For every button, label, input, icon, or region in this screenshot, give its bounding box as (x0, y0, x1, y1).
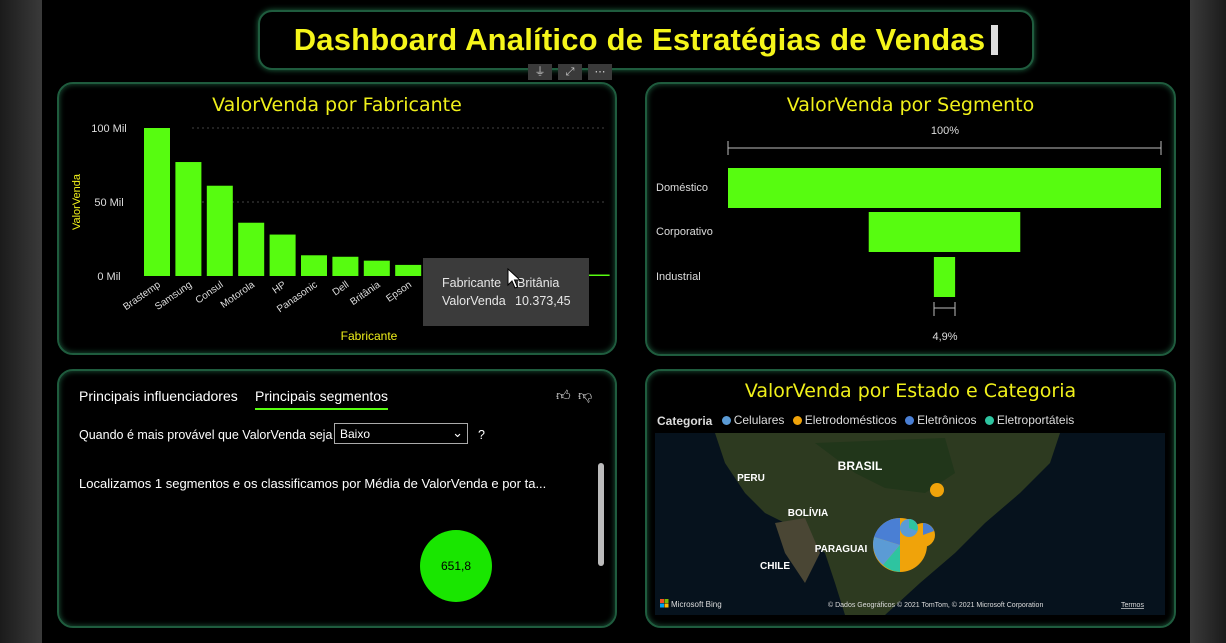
tab-principais-segmentos[interactable]: Principais segmentos (255, 388, 389, 410)
window-edge-right (1190, 0, 1226, 643)
mouse-pointer-icon (507, 268, 522, 289)
x-axis-label: Fabricante (341, 329, 398, 343)
thumbs-up-icon[interactable]: 👍︎ (556, 387, 571, 404)
pie-slice (930, 483, 944, 497)
tooltip-key-fabricante: Fabricante (442, 276, 502, 290)
legend-label: Celulares (733, 413, 785, 427)
thumbs-down-icon[interactable]: 👎︎ (578, 387, 592, 404)
map-label-paraguai: PARAGUAI (815, 544, 868, 555)
funnel-bottom-label: 4,9% (932, 331, 957, 343)
question-mark: ? (478, 428, 485, 442)
map-pie-bahia[interactable] (930, 483, 944, 497)
y-tick-label: 100 Mil (91, 123, 126, 135)
tab-principais-influenciadores[interactable]: Principais influenciadores (79, 388, 238, 404)
legend-label: Eletrônicos (917, 413, 977, 427)
y-tick-label: 50 Mil (94, 197, 123, 209)
x-tick-label: Epson (384, 279, 414, 304)
legend-item-eletroportateis[interactable]: Eletroportáteis (984, 413, 1075, 427)
dashboard-title: Dashboard Analítico de Estratégias de Ve… (293, 22, 986, 57)
valorvenda-level-dropdown[interactable]: Baixo ⌄ (334, 423, 468, 444)
x-tick-label: HP (271, 279, 289, 296)
focus-mode-icon[interactable]: ⤢ (558, 64, 582, 80)
tooltip-value-valorvenda: 10.373,45 (515, 294, 571, 308)
x-tick-label: Britânia (348, 279, 382, 308)
logo-square (664, 599, 669, 603)
map-label-bolivia: BOLÍVIA (788, 506, 829, 519)
segment-bubble-value: 651,8 (440, 559, 472, 573)
funnel-category-label: Doméstico (656, 182, 708, 194)
bar-hp[interactable] (269, 234, 296, 276)
funnel-bar-doméstico[interactable] (728, 168, 1161, 208)
bing-label: Microsoft Bing (671, 600, 722, 609)
bar-dell[interactable] (332, 256, 359, 276)
segments-summary: Localizamos 1 segmentos e os classificam… (79, 476, 547, 491)
legend-item-eletrodomesticos[interactable]: Eletrodomésticos (792, 413, 897, 427)
dropdown-selected-value: Baixo (340, 427, 371, 441)
bar-epson[interactable] (395, 264, 422, 276)
legend-dot (984, 415, 994, 425)
bar-samsung[interactable] (175, 162, 202, 276)
legend-item-celulares[interactable]: Celulares (721, 413, 785, 427)
map-label-chile: CHILE (760, 561, 790, 572)
dashboard-title-box: Dashboard Analítico de Estratégias de Ve… (258, 10, 1034, 70)
segmento-funnel-chart[interactable]: 100% Doméstico Corporativo Industrial 4,9% (645, 82, 1175, 352)
logo-square (660, 599, 664, 603)
legend-item-eletronicos[interactable]: Eletrônicos (905, 413, 977, 427)
x-tick-label: Motorola (219, 279, 258, 311)
legend-label: Eletrodomésticos (804, 413, 897, 427)
map-terms-link[interactable]: Termos (1121, 602, 1144, 609)
map-chart-title: ValorVenda por Estado e Categoria (744, 380, 1077, 402)
legend-dot (905, 415, 915, 425)
legend-dot (721, 415, 731, 425)
tooltip-key-valorvenda: ValorVenda (442, 294, 506, 308)
bar-consul[interactable] (206, 185, 233, 276)
funnel-bar-corporativo[interactable] (868, 212, 1021, 252)
influencers-panel[interactable]: Principais influenciadores Principais se… (57, 369, 617, 628)
funnel-category-label: Industrial (656, 271, 701, 283)
tooltip-value-fabricante: Britânia (517, 276, 560, 290)
y-axis-label: ValorVenda (71, 173, 83, 230)
influencer-question: Quando é mais provável que ValorVenda se… (79, 428, 333, 442)
filter-icon[interactable]: ⏚ (528, 64, 552, 80)
scrollbar[interactable] (598, 463, 604, 566)
map-visual[interactable]: BRASIL PERU BOLÍVIA PARAGUAI CHILE Micro… (655, 433, 1165, 615)
map-label-peru: PERU (737, 473, 765, 484)
legend-dot (792, 415, 802, 425)
text-cursor (991, 25, 999, 55)
visual-header-toolbar: ⏚ ⤢ ⋯ (528, 64, 612, 80)
logo-square (664, 603, 669, 608)
bar-panasonic[interactable] (301, 255, 327, 276)
funnel-top-label: 100% (931, 125, 959, 137)
segment-bubble[interactable]: 651,8 (420, 530, 492, 602)
map-label-brasil: BRASIL (838, 459, 883, 473)
map-legend: Categoria Celulares Eletrodomésticos Ele… (657, 413, 1079, 428)
map-pie-minas[interactable] (900, 519, 918, 537)
funnel-category-label: Corporativo (656, 226, 713, 238)
window-edge-left (0, 0, 42, 643)
legend-label: Eletroportáteis (996, 413, 1075, 427)
bar-brastemp[interactable] (144, 128, 170, 276)
x-tick-label: Dell (331, 279, 351, 298)
legend-title: Categoria (657, 413, 713, 428)
y-tick-label: 0 Mil (97, 271, 120, 283)
funnel-bar-industrial[interactable] (933, 257, 956, 297)
chevron-down-icon: ⌄ (452, 425, 463, 440)
bar-britânia[interactable] (363, 260, 390, 276)
logo-square (660, 603, 664, 608)
bar-motorola[interactable] (238, 222, 265, 276)
more-options-icon[interactable]: ⋯ (588, 64, 612, 80)
map-credits: © Dados Geográficos © 2021 TomTom, © 202… (828, 601, 1043, 609)
